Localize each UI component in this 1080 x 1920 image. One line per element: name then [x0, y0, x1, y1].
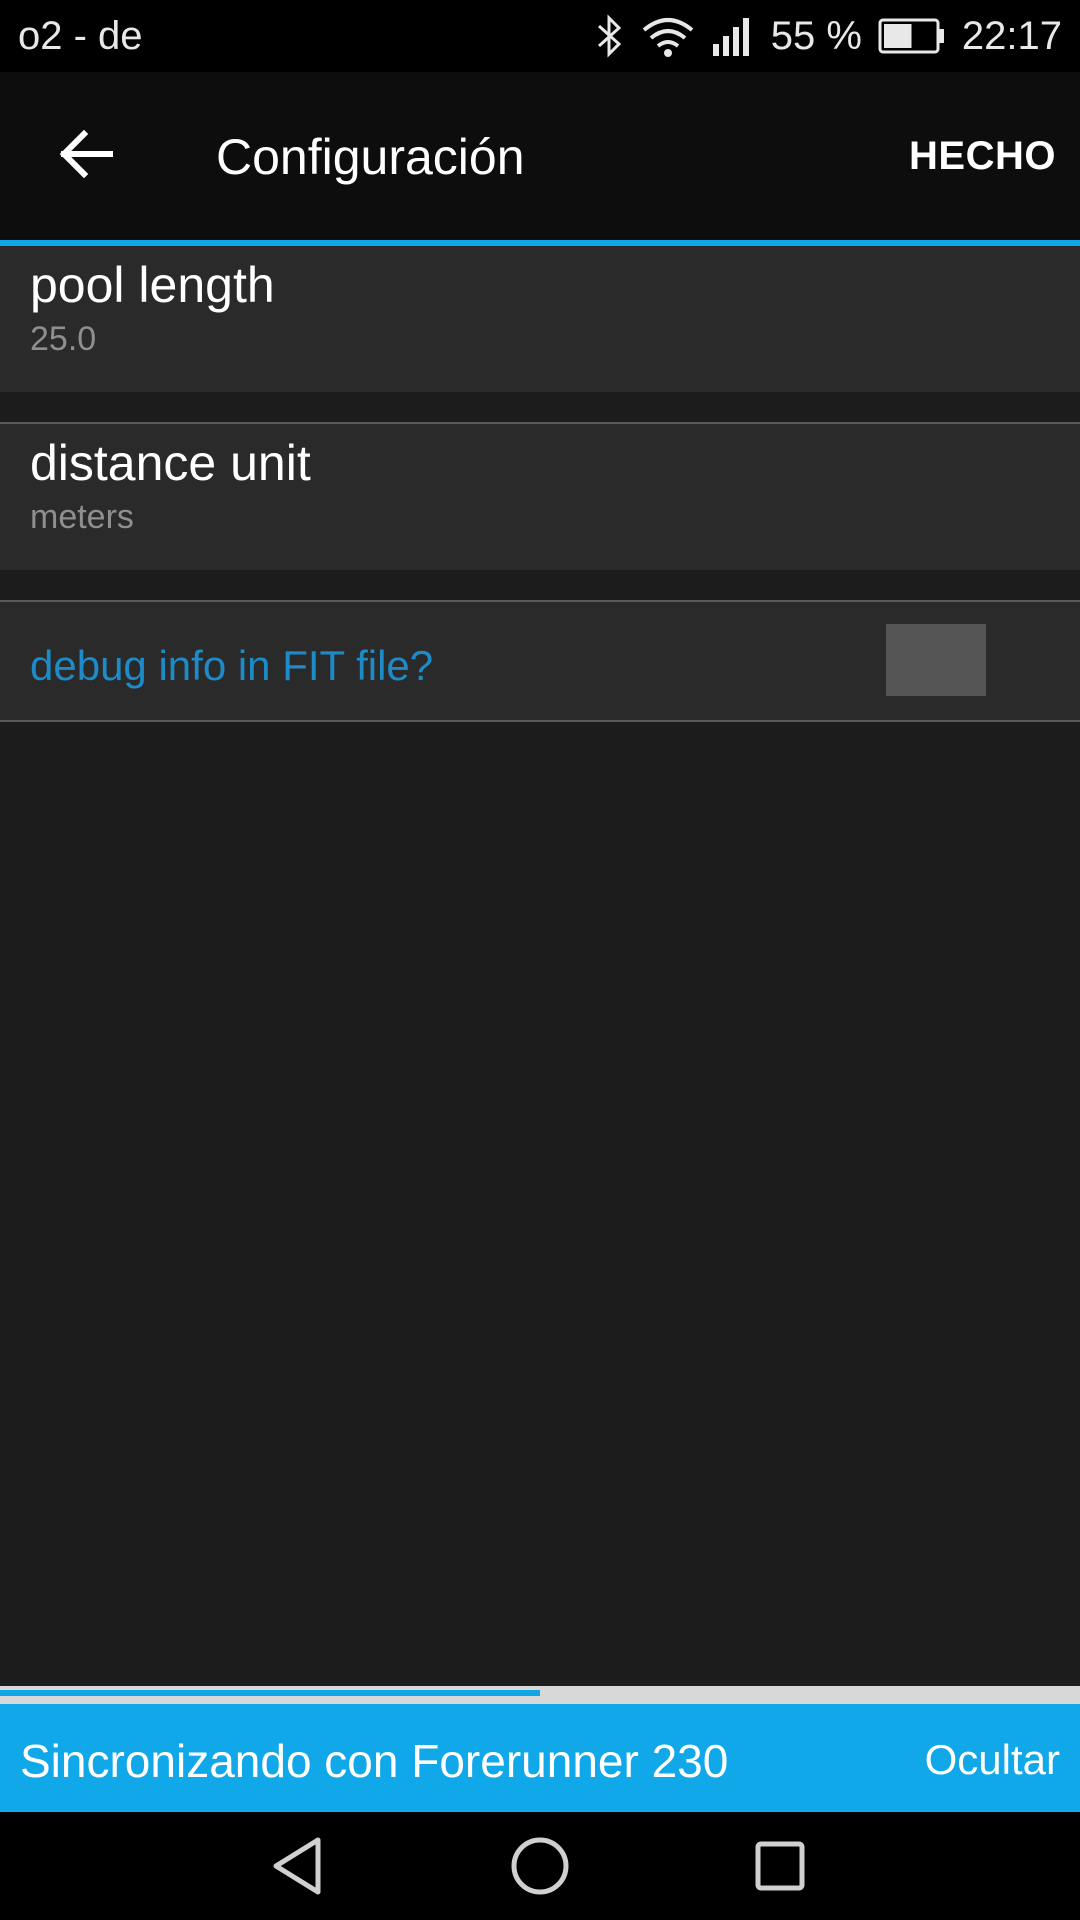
nav-home-icon [504, 1837, 576, 1906]
nav-recent-button[interactable] [744, 1830, 816, 1902]
wifi-icon [641, 14, 695, 58]
nav-back-icon [264, 1837, 336, 1906]
back-button[interactable] [44, 114, 128, 198]
sync-progress-fill [0, 1690, 540, 1696]
sync-banner: Sincronizando con Forerunner 230 Ocultar [0, 1704, 1080, 1812]
setting-debug-info[interactable]: debug info in FIT file? [0, 602, 1080, 720]
action-bar: Configuración HECHO [0, 72, 1080, 240]
setting-pool-length[interactable]: pool length 25.0 [0, 246, 1080, 392]
nav-back-button[interactable] [264, 1830, 336, 1902]
setting-label: debug info in FIT file? [30, 642, 434, 689]
done-button[interactable]: HECHO [909, 134, 1056, 179]
sync-status-text: Sincronizando con Forerunner 230 [20, 1735, 729, 1787]
setting-title: distance unit [30, 435, 311, 491]
navigation-bar [0, 1812, 1080, 1920]
divider [0, 720, 1080, 722]
setting-distance-unit[interactable]: distance unit meters [0, 424, 1080, 570]
battery-percent: 55 % [770, 13, 862, 58]
status-bar: o2 - de 55 % 22:17 [0, 0, 1080, 72]
setting-value: 25.0 [30, 320, 97, 358]
battery-icon [878, 16, 946, 56]
sync-progress-bar [0, 1686, 1080, 1704]
clock: 22:17 [961, 13, 1062, 58]
nav-recent-icon [744, 1841, 816, 1906]
nav-home-button[interactable] [504, 1830, 576, 1902]
carrier-name: o2 - de [18, 14, 143, 58]
arrow-left-icon [58, 129, 114, 183]
debug-info-checkbox[interactable] [886, 624, 986, 696]
status-icons: 55 % 22:17 [579, 10, 1062, 62]
setting-value: meters [30, 498, 134, 536]
signal-icon [711, 14, 755, 58]
setting-title: pool length [30, 257, 275, 313]
bluetooth-icon [595, 14, 625, 58]
page-title: Configuración [216, 129, 525, 185]
screen: o2 - de 55 % 22:17 Configuración HECHO p… [0, 0, 1080, 1920]
hide-button[interactable]: Ocultar [925, 1736, 1060, 1784]
